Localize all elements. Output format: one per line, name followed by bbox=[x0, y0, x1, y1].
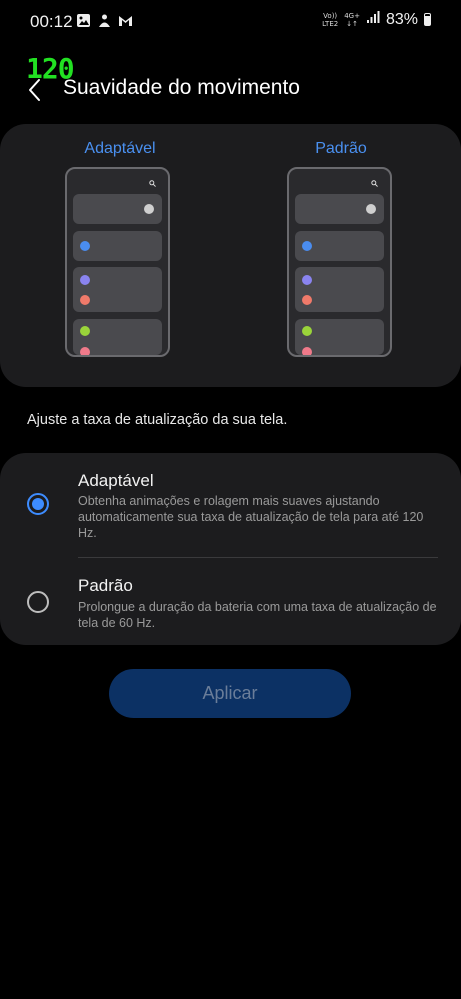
gallery-icon bbox=[76, 13, 91, 28]
option-title: Adaptável bbox=[78, 471, 154, 490]
preview-row bbox=[295, 194, 384, 224]
data-indicator: 4G+ ↓↑ bbox=[344, 11, 360, 28]
radio-standard[interactable] bbox=[27, 591, 49, 613]
pink-dot-icon bbox=[80, 347, 90, 355]
preview-label-standard: Padrão bbox=[315, 140, 367, 157]
status-bar: 00:12 Vo)) LTE2 4G+ ↓↑ 83% bbox=[0, 0, 461, 44]
signal-icon bbox=[366, 10, 380, 29]
status-right: Vo)) LTE2 4G+ ↓↑ 83% bbox=[322, 10, 431, 29]
phone-preview-adaptive bbox=[65, 167, 170, 357]
option-adaptive[interactable]: Adaptável Obtenha animações e rolagem ma… bbox=[0, 453, 461, 557]
options-card: Adaptável Obtenha animações e rolagem ma… bbox=[0, 453, 461, 645]
search-icon bbox=[371, 180, 378, 187]
blue-dot-icon bbox=[302, 241, 312, 251]
radio-adaptive[interactable] bbox=[27, 493, 49, 515]
green-dot-icon bbox=[80, 326, 90, 336]
preview-row bbox=[73, 319, 162, 355]
preview-row bbox=[295, 231, 384, 261]
purple-dot-icon bbox=[80, 275, 90, 285]
toggle-icon bbox=[366, 204, 376, 214]
battery-icon bbox=[424, 13, 431, 26]
apply-button[interactable]: Aplicar bbox=[109, 669, 351, 718]
search-icon bbox=[149, 180, 156, 187]
preview-row bbox=[73, 231, 162, 261]
preview-row bbox=[73, 267, 162, 312]
back-button[interactable] bbox=[22, 76, 48, 104]
page-title: Suavidade do movimento bbox=[63, 76, 300, 99]
pink-dot-icon bbox=[302, 347, 312, 355]
option-subtitle: Obtenha animações e rolagem mais suaves … bbox=[78, 494, 424, 540]
app-notification-icon bbox=[97, 13, 112, 28]
gmail-icon bbox=[118, 13, 133, 28]
blue-dot-icon bbox=[80, 241, 90, 251]
description-text: Ajuste a taxa de atualização da sua tela… bbox=[27, 412, 288, 428]
option-standard[interactable]: Padrão Prolongue a duração da bateria co… bbox=[0, 558, 461, 645]
toggle-icon bbox=[144, 204, 154, 214]
option-title: Padrão bbox=[78, 576, 133, 595]
preview-row bbox=[73, 194, 162, 224]
red-dot-icon bbox=[80, 295, 90, 305]
notification-icons bbox=[76, 13, 133, 28]
purple-dot-icon bbox=[302, 275, 312, 285]
option-subtitle: Prolongue a duração da bateria com uma t… bbox=[78, 600, 437, 630]
volte-indicator: Vo)) LTE2 bbox=[322, 11, 339, 28]
green-dot-icon bbox=[302, 326, 312, 336]
preview-label-adaptive: Adaptável bbox=[84, 140, 156, 157]
preview-row bbox=[295, 319, 384, 355]
preview-card: Adaptável Padrão bbox=[0, 124, 461, 387]
battery-percent: 83% bbox=[385, 10, 418, 28]
preview-row bbox=[295, 267, 384, 312]
header: Suavidade do movimento bbox=[0, 62, 461, 116]
chevron-left-icon bbox=[29, 79, 40, 101]
red-dot-icon bbox=[302, 295, 312, 305]
status-time: 00:12 bbox=[30, 12, 73, 31]
phone-preview-standard bbox=[287, 167, 392, 357]
